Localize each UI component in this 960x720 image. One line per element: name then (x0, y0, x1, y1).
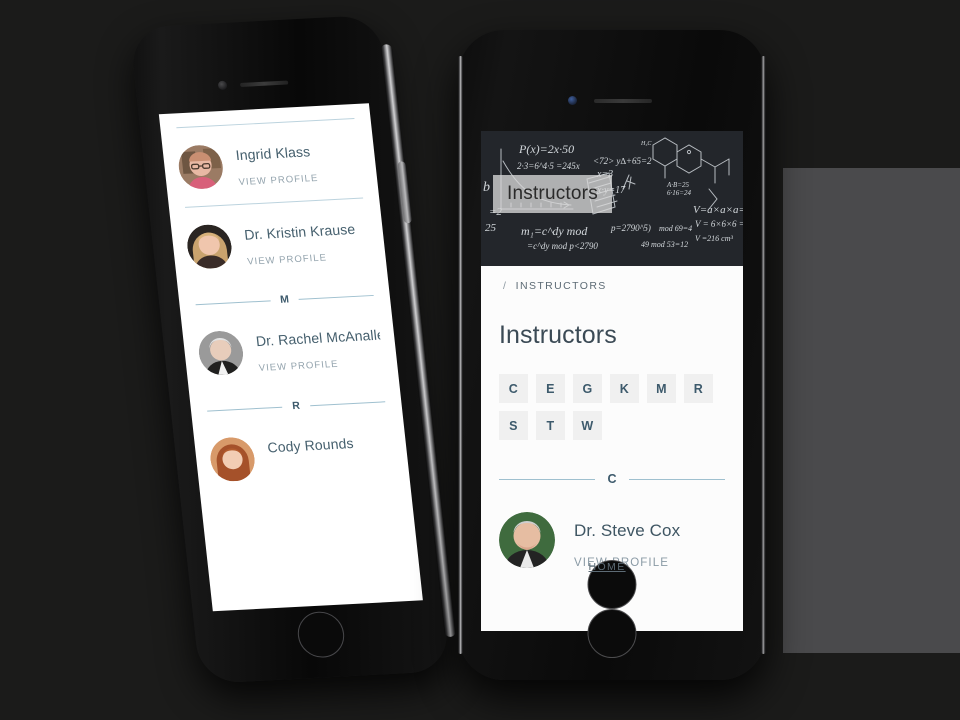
instructor-name: Cody Rounds (266, 435, 355, 456)
alpha-filter-c[interactable]: C (499, 374, 528, 403)
left-phone-body: Ingrid Klass VIEW PROFILE Dr. Kristin Kr… (129, 14, 456, 684)
instructor-name: Dr. Steve Cox (574, 521, 681, 540)
hero-title-badge: Instructors (493, 175, 612, 213)
left-phone-screen: Ingrid Klass VIEW PROFILE Dr. Kristin Kr… (158, 103, 423, 612)
view-profile-link[interactable]: VIEW PROFILE (247, 251, 359, 267)
left-phone-home-button[interactable] (295, 610, 347, 659)
background-panel (783, 168, 960, 653)
list-item[interactable]: Dr. Kristin Krause VIEW PROFILE (183, 198, 374, 286)
section-rule-right (628, 478, 725, 480)
section-rule-left (195, 299, 271, 305)
left-phone-mockup: Ingrid Klass VIEW PROFILE Dr. Kristin Kr… (129, 14, 456, 684)
avatar (176, 144, 225, 190)
svg-text:b: b (483, 180, 490, 195)
instructor-name: Ingrid Klass (234, 143, 311, 164)
section-letter: C (607, 472, 617, 486)
section-header: C (499, 472, 725, 486)
svg-text:p=2790^5): p=2790^5) (610, 223, 651, 233)
alpha-filter-t[interactable]: T (536, 411, 565, 440)
right-phone-mockup: P(x)=2x·50 2·3=6^4·5 =245x <72> y∆+65=2 … (458, 30, 766, 680)
svg-text:H₃C: H₃C (640, 141, 652, 147)
alphabet-filter: C E G K M R S T W (499, 374, 725, 440)
alpha-filter-w[interactable]: W (573, 411, 602, 440)
breadcrumb-home-link[interactable]: HOME (587, 560, 637, 609)
breadcrumb-separator: / (503, 280, 508, 292)
svg-text:mod 69=4: mod 69=4 (659, 224, 692, 233)
instructor-name: Dr. Kristin Krause (243, 220, 356, 243)
page-title: Instructors (499, 321, 617, 349)
svg-text:49 mod 53=12: 49 mod 53=12 (641, 240, 688, 249)
list-item[interactable]: Dr. Rachel McAnallen VIEW PROFILE (195, 305, 386, 393)
svg-text:2·3=6^4·5 =245x: 2·3=6^4·5 =245x (517, 161, 580, 171)
view-profile-link[interactable]: VIEW PROFILE (258, 356, 383, 374)
section-letter: R (291, 399, 301, 413)
earpiece-speaker (239, 80, 289, 87)
left-instructor-list: Ingrid Klass VIEW PROFILE Dr. Kristin Kr… (159, 103, 411, 499)
right-phone-home-button[interactable] (587, 609, 637, 658)
breadcrumb: HOME / INSTRUCTORS (499, 266, 725, 609)
svg-text:m₁=c^dy mod: m₁=c^dy mod (521, 224, 588, 238)
hero-banner: P(x)=2x·50 2·3=6^4·5 =245x <72> y∆+65=2 … (481, 131, 743, 266)
avatar (197, 330, 246, 376)
view-profile-link[interactable]: VIEW PROFILE (238, 173, 319, 188)
right-phone-screen: P(x)=2x·50 2·3=6^4·5 =245x <72> y∆+65=2 … (481, 131, 743, 631)
instructor-name: Dr. Rachel McAnallen (255, 325, 384, 350)
avatar (208, 436, 257, 483)
svg-text:A·B=25: A·B=25 (666, 181, 690, 189)
page-content: HOME / INSTRUCTORS Instructors C E G K M… (481, 266, 743, 631)
alpha-filter-r[interactable]: R (684, 374, 713, 403)
section-rule-left (207, 406, 283, 412)
svg-text:V =216 cm³: V =216 cm³ (695, 234, 733, 243)
svg-text:<72> y∆+65=2: <72> y∆+65=2 (593, 156, 652, 166)
svg-text:6·16=24: 6·16=24 (667, 189, 691, 197)
svg-text:P(x)=2x·50: P(x)=2x·50 (518, 142, 574, 156)
earpiece-speaker (594, 99, 652, 103)
alpha-filter-e[interactable]: E (536, 374, 565, 403)
mockup-stage: Ingrid Klass VIEW PROFILE Dr. Kristin Kr… (0, 0, 960, 720)
section-rule-right (309, 400, 386, 406)
breadcrumb-current: INSTRUCTORS (515, 280, 607, 292)
avatar (185, 224, 234, 270)
right-phone-right-edge (761, 56, 766, 654)
avatar (499, 512, 555, 568)
alpha-filter-m[interactable]: M (647, 374, 676, 403)
list-item[interactable]: Cody Rounds (206, 411, 396, 498)
section-letter: M (279, 293, 290, 306)
section-rule-left (499, 478, 596, 480)
alpha-filter-k[interactable]: K (610, 374, 639, 403)
front-camera-icon (217, 80, 228, 91)
svg-text:V = 6×6×6 =216: V = 6×6×6 =216 (695, 219, 743, 229)
alpha-filter-s[interactable]: S (499, 411, 528, 440)
svg-text:25: 25 (485, 222, 497, 234)
right-phone-left-edge (458, 56, 463, 654)
list-item[interactable]: Ingrid Klass VIEW PROFILE (174, 119, 365, 207)
alpha-filter-g[interactable]: G (573, 374, 602, 403)
svg-text:=c^dy mod p<2790: =c^dy mod p<2790 (527, 241, 598, 251)
front-camera-icon (568, 96, 577, 105)
svg-text:V=a×a×a=a³: V=a×a×a=a³ (693, 204, 743, 216)
section-rule-right (298, 294, 374, 300)
